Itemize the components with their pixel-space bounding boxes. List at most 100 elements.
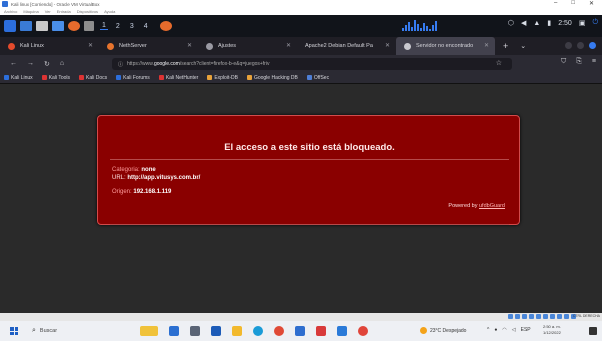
taskbar-search[interactable]: ⌕ Buscar: [32, 327, 110, 335]
back-icon[interactable]: ←: [10, 60, 17, 67]
bookmark-google-hacking-db[interactable]: Google Hacking DB: [246, 75, 298, 81]
volume-icon[interactable]: ◀: [521, 19, 526, 27]
maximize-icon[interactable]: [577, 42, 584, 49]
tray-app-icon[interactable]: ●: [494, 327, 497, 333]
workspace-2[interactable]: 2: [114, 23, 122, 30]
close-icon[interactable]: ✕: [88, 42, 93, 49]
close-icon[interactable]: ✕: [286, 42, 291, 49]
tab-nethserver[interactable]: NethServer ✕: [99, 37, 198, 55]
kali-menu-icon[interactable]: [4, 20, 16, 32]
volume-icon[interactable]: ◁: [512, 327, 516, 333]
exploit-db-icon: [207, 75, 213, 80]
firefox-launcher-icon[interactable]: [68, 21, 80, 31]
terminal-launcher-icon[interactable]: [20, 21, 32, 31]
menu-maquina[interactable]: Máquina: [23, 9, 38, 14]
store-icon[interactable]: [337, 326, 347, 336]
tab-servidor-no-encontrado[interactable]: Servidor no encontrado ✕: [396, 37, 495, 55]
pocket-icon[interactable]: ⛉: [561, 58, 566, 66]
close-button[interactable]: ✕: [589, 0, 594, 7]
tab-apache[interactable]: Apache2 Debian Default Pa ✕: [297, 37, 396, 55]
app-menu-icon[interactable]: ≡: [592, 58, 596, 66]
firefox-window-icon[interactable]: [159, 21, 172, 31]
file-explorer-icon[interactable]: [232, 326, 242, 336]
bookmark-exploit-db[interactable]: Exploit-DB: [207, 75, 238, 81]
minimize-icon[interactable]: [565, 42, 572, 49]
page-info-icon[interactable]: ⓘ: [118, 61, 123, 68]
battery-icon[interactable]: ▮: [547, 19, 551, 27]
tab-ajustes[interactable]: Ajustes ✕: [198, 37, 297, 55]
widgets-icon[interactable]: [140, 326, 158, 336]
forward-icon[interactable]: →: [27, 60, 34, 67]
bookmark-kali-linux[interactable]: Kali Linux: [4, 75, 33, 81]
weather-widget[interactable]: 23°C Despejado: [420, 327, 466, 334]
panel-clock[interactable]: 2:50: [558, 20, 572, 27]
ufdbguard-link[interactable]: ufdbGuard: [479, 203, 505, 209]
optical-icon[interactable]: [515, 314, 520, 319]
nav-toolbar-right: ⛉ ⎘ ≡: [561, 58, 596, 66]
home-icon[interactable]: ⌂: [60, 60, 64, 67]
menu-archivo[interactable]: Archivo: [4, 9, 17, 14]
app-icon[interactable]: [316, 326, 326, 336]
tray-overflow-icon[interactable]: ^: [487, 327, 489, 333]
close-window-icon[interactable]: [589, 42, 596, 49]
taskbar-clock[interactable]: 2:50 a. m. 1/12/2022: [543, 324, 561, 336]
tabbar-controls: [565, 42, 596, 49]
network-adapter-icon[interactable]: [529, 314, 534, 319]
tab-title: NethServer: [119, 43, 147, 49]
shared-folder-icon[interactable]: [543, 314, 548, 319]
recording-icon[interactable]: [557, 314, 562, 319]
weather-text: 23°C Despejado: [430, 327, 467, 334]
audio-icon[interactable]: [522, 314, 527, 319]
power-icon[interactable]: ⏻: [592, 19, 598, 27]
bookmark-kali-tools[interactable]: Kali Tools: [41, 75, 70, 81]
edge-icon[interactable]: [253, 326, 263, 336]
workspace-1[interactable]: 1: [100, 22, 108, 30]
files-launcher-icon[interactable]: [36, 21, 48, 31]
list-tabs-icon[interactable]: ⌄: [520, 42, 526, 50]
usb-icon[interactable]: [536, 314, 541, 319]
virtualbox-taskbar-icon[interactable]: [295, 326, 305, 336]
menu-ayuda[interactable]: Ayuda: [104, 9, 115, 14]
cpu-icon[interactable]: [564, 314, 569, 319]
workspace-3[interactable]: 3: [128, 23, 136, 30]
windows-start-icon[interactable]: [10, 327, 18, 335]
bookmark-star-icon[interactable]: ☆: [496, 59, 502, 67]
chrome-icon[interactable]: [274, 326, 284, 336]
menu-entrada[interactable]: Entrada: [57, 9, 71, 14]
chrome-alt-icon[interactable]: [358, 326, 368, 336]
display-icon[interactable]: [550, 314, 555, 319]
notifications-icon[interactable]: ▲: [533, 20, 540, 27]
reload-icon[interactable]: ↻: [44, 60, 50, 68]
gear-icon: [206, 42, 213, 50]
terminal-window-icon[interactable]: [84, 21, 94, 31]
bookmark-kali-forums[interactable]: Kali Forums: [116, 75, 150, 81]
notification-center-icon[interactable]: [589, 327, 597, 335]
network-icon[interactable]: ⬡: [508, 19, 514, 27]
mail-icon[interactable]: [211, 326, 221, 336]
bookmark-offsec[interactable]: OffSec: [306, 75, 329, 81]
task-view-icon[interactable]: [190, 326, 200, 336]
menu-dispositivos[interactable]: Dispositivos: [77, 9, 98, 14]
tab-title: Servidor no encontrado: [416, 43, 474, 49]
menu-ver[interactable]: Ver: [45, 9, 51, 14]
url-bar[interactable]: ⓘ https://www. google.com/search?client=f…: [112, 58, 512, 70]
workspace-4[interactable]: 4: [142, 23, 150, 30]
tab-kali-linux[interactable]: Kali Linux ✕: [0, 37, 99, 55]
close-icon[interactable]: ✕: [484, 42, 489, 49]
people-icon[interactable]: [169, 326, 179, 336]
lock-icon[interactable]: ▣: [579, 19, 586, 27]
close-icon[interactable]: ✕: [187, 42, 192, 49]
browser-tabbar: Kali Linux ✕ NethServer ✕ Ajustes ✕ Apac…: [0, 37, 602, 55]
close-icon[interactable]: ✕: [385, 42, 390, 49]
url-host: google.com: [153, 61, 180, 67]
maximize-button[interactable]: □: [571, 0, 575, 7]
new-tab-button[interactable]: +: [503, 41, 508, 51]
bookmark-kali-docs[interactable]: Kali Docs: [79, 75, 107, 81]
extensions-icon[interactable]: ⎘: [576, 58, 582, 66]
hdd-icon[interactable]: [508, 314, 513, 319]
bookmark-kali-nethunter[interactable]: Kali NetHunter: [158, 75, 198, 81]
language-indicator[interactable]: ESP: [521, 327, 531, 333]
text-editor-launcher-icon[interactable]: [52, 21, 64, 31]
minimize-button[interactable]: –: [554, 0, 557, 7]
network-icon[interactable]: ◠: [502, 327, 506, 333]
